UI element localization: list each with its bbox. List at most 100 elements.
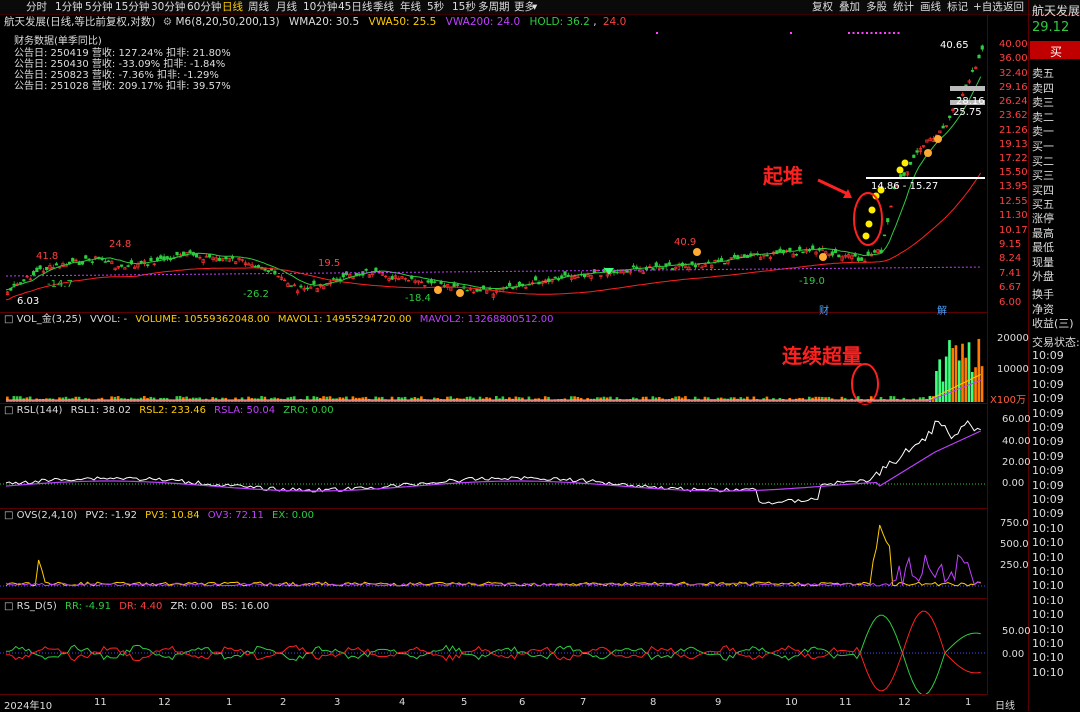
x-axis-label: 4: [399, 697, 406, 708]
panel-divider: [0, 694, 987, 695]
sidebar-row: 10:09: [1032, 478, 1064, 492]
sidebar-row: 10:10: [1032, 608, 1064, 622]
bs-value: BS: 16.00: [221, 601, 270, 612]
vol-header: □ VOL_金(3,25) VVOL: - VOLUME: 1055936204…: [4, 314, 554, 326]
candle-body: [126, 265, 130, 267]
high-price-label: 40.65: [940, 40, 969, 51]
money-bag-icon: [819, 253, 827, 261]
candle-body: [856, 257, 860, 261]
x-axis-label: 9: [715, 697, 722, 708]
candle-body: [693, 264, 697, 268]
rsl1-value: RSL1: 38.02: [70, 405, 131, 416]
rsla-line: [5, 430, 981, 492]
candle-body: [882, 234, 887, 237]
sidebar-row: 10:09: [1032, 493, 1064, 506]
x-axis-label: 5: [461, 697, 468, 708]
vol-axis-label: 10000: [997, 364, 1029, 375]
signal-dot: [875, 32, 877, 34]
price-axis-label: 8.24: [999, 253, 1022, 264]
sidebar-row: 收益(三): [1032, 317, 1074, 330]
ovs-axis-label: 750.0: [1000, 518, 1029, 529]
volume-bar: [957, 360, 961, 402]
sidebar-row: 10:09: [1032, 392, 1064, 406]
ovs-axis-label: 500.0: [1000, 539, 1029, 550]
candle-body: [517, 281, 521, 287]
x-axis-label: 1: [226, 697, 233, 708]
candle-body: [230, 256, 235, 259]
volume-value: VOLUME: 10559362048.00: [135, 314, 270, 325]
money-bag-icon: [934, 135, 942, 143]
sidebar-row: 10:09: [1032, 363, 1064, 377]
price-axis-label: 11.30: [999, 210, 1028, 221]
sidebar-row: 10:09: [1032, 435, 1064, 449]
x-axis-label: 10: [785, 697, 798, 708]
signal-dot: [862, 232, 870, 240]
rsd-axis-label: 50.00: [1002, 626, 1031, 637]
dr-value: DR: 4.40: [119, 601, 163, 612]
trough-label: -14.7: [47, 279, 73, 290]
candle-body: [719, 258, 724, 262]
candle-body: [886, 218, 890, 223]
ovs-axis-label: 250.0: [1000, 560, 1029, 571]
square-icon: □: [4, 405, 14, 416]
candle-body: [654, 262, 658, 267]
candle-body: [592, 269, 596, 273]
rsd-header: □ RS_D(5) RR: -4.91 DR: 4.40 ZR: 0.00 BS…: [4, 601, 269, 613]
candle-body: [331, 278, 336, 280]
candle-body: [253, 265, 257, 268]
highlight-ellipse: [851, 363, 879, 405]
panel-divider: [0, 312, 987, 313]
rsd-axis-label: 0.00: [1002, 649, 1025, 660]
rsd-title: RS_D(5): [16, 601, 57, 612]
candle-body: [299, 285, 303, 288]
square-icon: □: [4, 601, 14, 612]
period-label: 日线: [995, 701, 1015, 712]
x-axis-label: 12: [898, 697, 911, 708]
volume-bar: [970, 371, 974, 402]
sidebar-row: 10:09: [1032, 377, 1064, 391]
rsl-header: □ RSL(144) RSL1: 38.02 RSL2: 233.46 RSLA…: [4, 405, 334, 417]
candle-body: [778, 248, 782, 253]
candle-body: [22, 279, 26, 282]
candle-body: [224, 256, 228, 260]
candle-body: [941, 125, 945, 129]
price-axis-label: 29.16: [999, 82, 1028, 93]
price-axis-label: 21.26: [999, 125, 1028, 136]
mavol2-value: MAVOL2: 13268800512.00: [419, 314, 554, 325]
x-axis-label: 6: [519, 697, 526, 708]
candle-body: [90, 261, 94, 263]
candle-body: [107, 260, 111, 263]
sidebar-row: 10:10: [1032, 521, 1064, 535]
candle-body: [442, 285, 446, 287]
zr-value: ZR: 0.00: [170, 601, 213, 612]
candle-body: [84, 255, 88, 259]
square-icon: □: [4, 510, 14, 521]
signal-dot: [896, 166, 904, 174]
sidebar-row: 10:09: [1032, 464, 1064, 478]
buy-button-label: 买: [1050, 45, 1063, 59]
buy-button[interactable]: 买: [1030, 41, 1080, 59]
candle-body: [970, 70, 975, 72]
x-axis-label: 7: [580, 697, 587, 708]
candle-body: [576, 276, 580, 279]
sidebar-row: 10:10: [1032, 622, 1064, 636]
candle-body: [364, 269, 368, 271]
candle-body: [433, 281, 437, 283]
mavol1-line: [6, 373, 981, 401]
peak-label: 19.5: [318, 258, 341, 269]
price-axis-label: 36.00: [999, 53, 1028, 64]
sidebar-row: 10:09: [1032, 421, 1064, 434]
money-bag-icon: [456, 289, 464, 297]
rsla-value: RSLA: 50.04: [214, 405, 276, 416]
candle-body: [915, 150, 919, 153]
candle-body: [217, 257, 222, 261]
finance-marker[interactable]: 财: [819, 302, 829, 317]
unlock-marker[interactable]: 解: [937, 302, 947, 317]
signal-dot: [852, 32, 855, 34]
signal-dot: [866, 32, 868, 34]
signal-dot: [861, 32, 864, 34]
sidebar-row: 10:10: [1032, 565, 1064, 578]
candle-body: [511, 287, 515, 289]
price-axis-label: 12.55: [999, 196, 1028, 207]
candle-body: [899, 174, 903, 178]
